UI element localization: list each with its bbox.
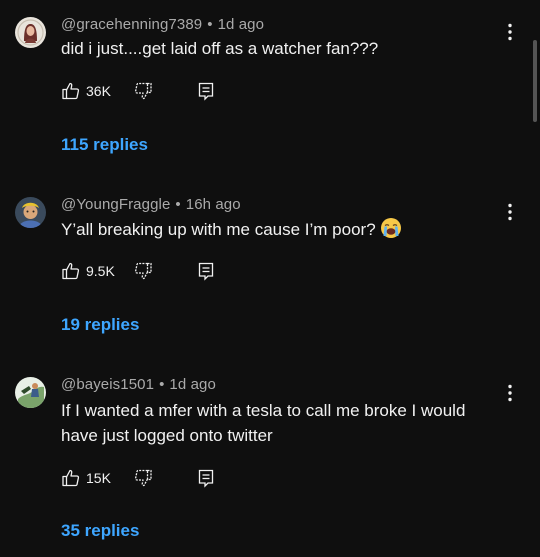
like-count: 36K: [86, 83, 111, 99]
view-replies-button[interactable]: 35 replies: [61, 521, 139, 541]
comment-text: did i just....get laid off as a watcher …: [61, 39, 379, 58]
like-count: 15K: [86, 470, 111, 486]
like-count: 9.5K: [86, 263, 115, 279]
reply-icon[interactable]: [196, 261, 216, 281]
avatar[interactable]: [15, 17, 46, 48]
scrollbar[interactable]: [533, 40, 537, 122]
view-replies-button[interactable]: 115 replies: [61, 135, 148, 155]
comment-author[interactable]: @gracehenning7389: [61, 16, 202, 33]
thumbs-up-icon[interactable]: [61, 81, 81, 101]
comment-time[interactable]: 1d ago: [218, 16, 264, 33]
comment-meta: @YoungFraggle • 16h ago: [61, 196, 241, 213]
thumbs-down-icon[interactable]: [133, 468, 153, 488]
comment-time[interactable]: 16h ago: [186, 196, 241, 213]
meta-separator: •: [207, 16, 213, 33]
more-vertical-icon[interactable]: [501, 202, 519, 222]
comment-meta: @gracehenning7389 • 1d ago: [61, 16, 264, 33]
avatar[interactable]: [15, 197, 46, 228]
thumbs-down-icon[interactable]: [133, 81, 153, 101]
comment-author[interactable]: @YoungFraggle: [61, 196, 170, 213]
loudly-crying-face-emoji: [380, 217, 402, 246]
comment-time[interactable]: 1d ago: [169, 376, 215, 393]
thumbs-up-icon[interactable]: [61, 468, 81, 488]
comment-meta: @bayeis1501 • 1d ago: [61, 376, 216, 393]
more-vertical-icon[interactable]: [501, 22, 519, 42]
comment-author[interactable]: @bayeis1501: [61, 376, 154, 393]
comment-text: Y’all breaking up with me cause I’m poor…: [61, 220, 376, 239]
comment-text: If I wanted a mfer with a tesla to call …: [61, 401, 466, 445]
thumbs-up-icon[interactable]: [61, 261, 81, 281]
meta-separator: •: [159, 376, 165, 393]
reply-icon[interactable]: [196, 81, 216, 101]
avatar[interactable]: [15, 377, 46, 408]
more-vertical-icon[interactable]: [501, 383, 519, 403]
view-replies-button[interactable]: 19 replies: [61, 315, 139, 335]
meta-separator: •: [175, 196, 181, 213]
thumbs-down-icon[interactable]: [133, 261, 153, 281]
reply-icon[interactable]: [196, 468, 216, 488]
comment-text-container: Y’all breaking up with me cause I’m poor…: [61, 217, 506, 246]
